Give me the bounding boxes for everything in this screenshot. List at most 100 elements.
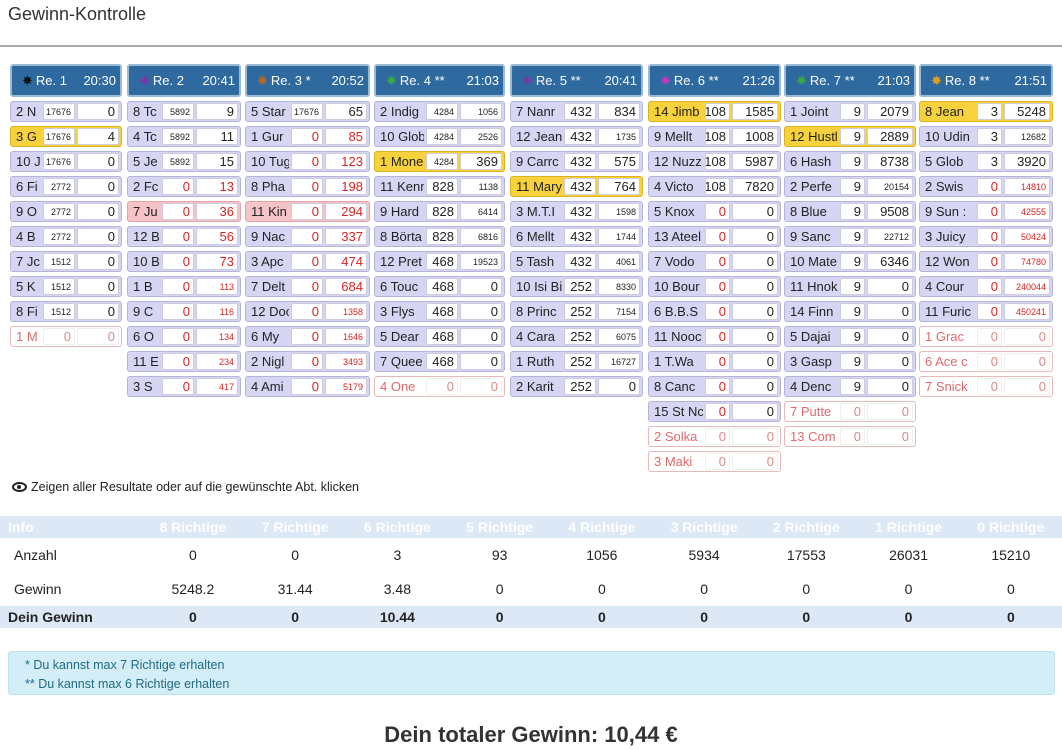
- horse-row[interactable]: 2 Indig 4284 1056: [374, 101, 505, 122]
- horse-row[interactable]: 6 Ace c 00: [919, 351, 1053, 372]
- horse-row[interactable]: 5 Tash 432 4061: [510, 251, 643, 272]
- horse-row[interactable]: 2 Perfe 9 20154: [784, 176, 916, 197]
- horse-row[interactable]: 8 Pha 0 198: [245, 176, 370, 197]
- horse-row[interactable]: 7 Vodo 0 0: [648, 251, 781, 272]
- horse-row[interactable]: 11 Furic 0 450241: [919, 301, 1053, 322]
- horse-row[interactable]: 2 N 17676 0: [10, 101, 122, 122]
- horse-row[interactable]: 13 Ateel 0 0: [648, 226, 781, 247]
- race-header-4[interactable]: ✸ Re. 4 ** 21:03: [374, 64, 505, 97]
- horse-row[interactable]: 5 K 1512 0: [10, 276, 122, 297]
- horse-row[interactable]: 2 Swis 0 14810: [919, 176, 1053, 197]
- horse-row[interactable]: 12 Hustl 9 2889: [784, 126, 916, 147]
- horse-row[interactable]: 11 Nooc 0 0: [648, 326, 781, 347]
- horse-row[interactable]: 9 Carrc 432 575: [510, 151, 643, 172]
- horse-row[interactable]: 10 Udin 3 12682: [919, 126, 1053, 147]
- horse-row[interactable]: 5 Glob 3 3920: [919, 151, 1053, 172]
- horse-row[interactable]: 14 Jimb 108 1585: [648, 101, 781, 122]
- horse-row[interactable]: 11 Hnok 9 0: [784, 276, 916, 297]
- race-header-5[interactable]: ✸ Re. 5 ** 20:41: [510, 64, 643, 97]
- horse-row[interactable]: 9 Hard 828 6414: [374, 201, 505, 222]
- horse-row[interactable]: 8 Jean 3 5248: [919, 101, 1053, 122]
- horse-row[interactable]: 13 Com 0 0: [784, 426, 916, 447]
- horse-row[interactable]: 5 Dear 468 0: [374, 326, 505, 347]
- horse-row[interactable]: 10 Bour 0 0: [648, 276, 781, 297]
- horse-row[interactable]: 7 Putte 0 0: [784, 401, 916, 422]
- horse-row[interactable]: 3 Flys 468 0: [374, 301, 505, 322]
- horse-row[interactable]: 12 Jean 432 1735: [510, 126, 643, 147]
- horse-row[interactable]: 8 Tc 5892 9: [127, 101, 241, 122]
- horse-row[interactable]: 1 Grac 0 0: [919, 326, 1053, 347]
- horse-row[interactable]: 4 Ami 0 5179: [245, 376, 370, 397]
- horse-row[interactable]: 5 Star 17676 65: [245, 101, 370, 122]
- horse-row[interactable]: 14 Finn 9 0: [784, 301, 916, 322]
- horse-row[interactable]: 2 Solka 0 0: [648, 426, 781, 447]
- horse-row[interactable]: 9 Mellt 108 1008: [648, 126, 781, 147]
- horse-row[interactable]: 9 C 0 116: [127, 301, 241, 322]
- race-header-3[interactable]: ✸ Re. 3 * 20:52: [245, 64, 370, 97]
- horse-row[interactable]: 3 Juicy 0 50424: [919, 226, 1053, 247]
- horse-row[interactable]: 12 Nuzz 108 5987: [648, 151, 781, 172]
- horse-row[interactable]: 3 M.T.I 432 1598: [510, 201, 643, 222]
- horse-row[interactable]: 4 Cour 0 240044: [919, 276, 1053, 297]
- horse-row[interactable]: 5 Knox 0 0: [648, 201, 781, 222]
- horse-row[interactable]: 7 Delt 0 684: [245, 276, 370, 297]
- horse-row[interactable]: 11 E 0 234: [127, 351, 241, 372]
- horse-row[interactable]: 4 Victo 108 7820: [648, 176, 781, 197]
- horse-row[interactable]: 3 Maki 0 0: [648, 451, 781, 472]
- horse-row[interactable]: 10 Bi 0 73: [127, 251, 241, 272]
- race-header-7[interactable]: ✸ Re. 7 ** 21:03: [784, 64, 916, 97]
- horse-row[interactable]: 10 Glob 4284 2526: [374, 126, 505, 147]
- horse-row[interactable]: 4 One 0 0: [374, 376, 505, 397]
- horse-row[interactable]: 9 Sun : 0 42555: [919, 201, 1053, 222]
- horse-row[interactable]: 11 Kenn 828 1138: [374, 176, 505, 197]
- horse-row[interactable]: 12 Won 0 74780: [919, 251, 1053, 272]
- horse-row[interactable]: 1 M 00: [10, 326, 122, 347]
- horse-row[interactable]: 4 Cara 252 6075: [510, 326, 643, 347]
- horse-row[interactable]: 6 My 0 1646: [245, 326, 370, 347]
- horse-row[interactable]: 4 Denc 9 0: [784, 376, 916, 397]
- horse-row[interactable]: 5 Dajai 9 0: [784, 326, 916, 347]
- horse-row[interactable]: 6 Fi 2772 0: [10, 176, 122, 197]
- horse-row[interactable]: 8 Princ 252 7154: [510, 301, 643, 322]
- hint-text[interactable]: Zeigen aller Resultate oder auf die gewü…: [31, 480, 359, 494]
- horse-row[interactable]: 1 Mone 4284 369: [374, 151, 505, 172]
- horse-row[interactable]: 8 Börta 828 6816: [374, 226, 505, 247]
- horse-row[interactable]: 3 Apc 0 474: [245, 251, 370, 272]
- horse-row[interactable]: 1 B 0 113: [127, 276, 241, 297]
- horse-row[interactable]: 2 Nigl 0 3493: [245, 351, 370, 372]
- horse-row[interactable]: 7 Jc 1512 0: [10, 251, 122, 272]
- horse-row[interactable]: 9 Nac 0 337: [245, 226, 370, 247]
- horse-row[interactable]: 8 Fi 1512 0: [10, 301, 122, 322]
- race-header-8[interactable]: ✸ Re. 8 ** 21:51: [919, 64, 1053, 97]
- horse-row[interactable]: 7 Ju 0 36: [127, 201, 241, 222]
- horse-row[interactable]: 6 Hash 9 8738: [784, 151, 916, 172]
- horse-row[interactable]: 3 Gasp 9 0: [784, 351, 916, 372]
- horse-row[interactable]: 1 T.Wa 0 0: [648, 351, 781, 372]
- eye-icon[interactable]: [12, 482, 27, 492]
- horse-row[interactable]: 10 Ja176760: [10, 151, 122, 172]
- horse-row[interactable]: 6 O 0 134: [127, 326, 241, 347]
- race-header-6[interactable]: ✸ Re. 6 ** 21:26: [648, 64, 781, 97]
- horse-row[interactable]: 3 G 17676 4: [10, 126, 122, 147]
- horse-row[interactable]: 10 Mate 9 6346: [784, 251, 916, 272]
- race-header-1[interactable]: ✸ Re. 1 20:30: [10, 64, 122, 97]
- horse-row[interactable]: 4 B 2772 0: [10, 226, 122, 247]
- horse-row[interactable]: 9 Sanc 9 22712: [784, 226, 916, 247]
- horse-row[interactable]: 7 Snick 0 0: [919, 376, 1053, 397]
- horse-row[interactable]: 11 Kin 0 294: [245, 201, 370, 222]
- horse-row[interactable]: 4 Tc 5892 11: [127, 126, 241, 147]
- horse-row[interactable]: 11 Mary 432 764: [510, 176, 643, 197]
- horse-row[interactable]: 8 Blue 9 9508: [784, 201, 916, 222]
- horse-row[interactable]: 12 Doc 0 1358: [245, 301, 370, 322]
- horse-row[interactable]: 2 Fc 0 13: [127, 176, 241, 197]
- horse-row[interactable]: 1 Joint 9 2079: [784, 101, 916, 122]
- horse-row[interactable]: 6 B.B.S 0 0: [648, 301, 781, 322]
- horse-row[interactable]: 12 Pret 468 19523: [374, 251, 505, 272]
- race-header-2[interactable]: ✸ Re. 2 20:41: [127, 64, 241, 97]
- show-all-hint[interactable]: Zeigen aller Resultate oder auf die gewü…: [12, 480, 359, 494]
- horse-row[interactable]: 12 Bi 0 56: [127, 226, 241, 247]
- horse-row[interactable]: 7 Nanr 432 834: [510, 101, 643, 122]
- horse-row[interactable]: 5 Je 5892 15: [127, 151, 241, 172]
- horse-row[interactable]: 1 Ruth 252 16727: [510, 351, 643, 372]
- horse-row[interactable]: 6 Mellt 432 1744: [510, 226, 643, 247]
